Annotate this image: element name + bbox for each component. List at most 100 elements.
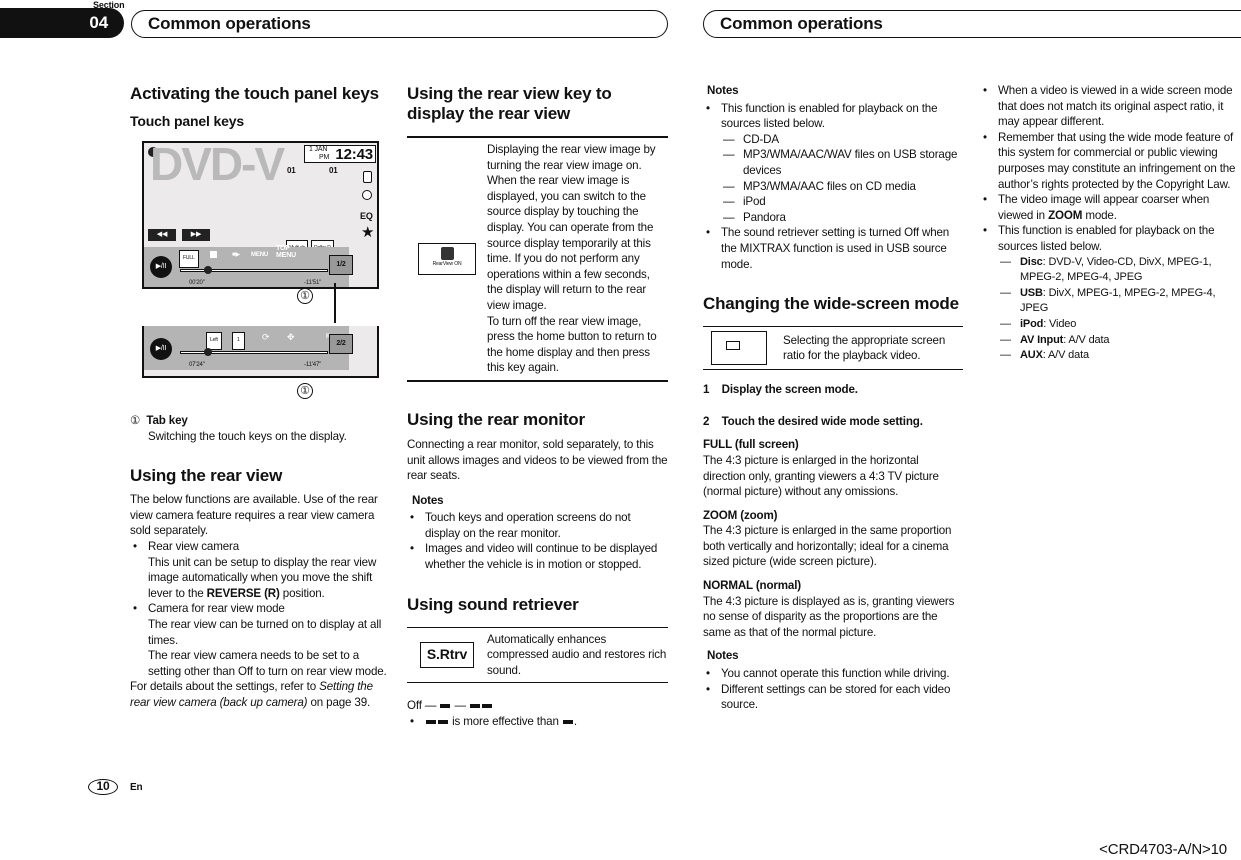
track-number: 01	[287, 166, 296, 175]
source-value: : DivX, MPEG-1, MPEG-2, MPEG-4, JPEG	[1020, 286, 1216, 315]
list-item: MP3/WMA/AAC files on CD media	[721, 179, 963, 195]
legend-number: ①	[130, 414, 141, 427]
item-bold: REVERSE (R)	[206, 586, 280, 600]
play-pause-button[interactable]: ▶/II	[150, 256, 172, 278]
ampm: PM	[319, 154, 330, 161]
list-item: USB: DivX, MPEG-1, MPEG-2, MPEG-4, JPEG	[998, 286, 1241, 317]
mode-normal-title: NORMAL (normal)	[703, 579, 802, 593]
separator: —	[454, 699, 466, 713]
list-item: The video image will appear coarser when…	[980, 192, 1241, 223]
list-item: Pandora	[721, 210, 963, 226]
ref-text: on page 39.	[307, 695, 371, 709]
page-number: 10	[88, 779, 118, 795]
legend-desc: Switching the touch keys on the display.	[148, 429, 347, 443]
icon-cell	[703, 331, 783, 366]
switch-arrow	[334, 283, 336, 323]
source-name: AUX	[1020, 349, 1043, 362]
search-icon[interactable]	[362, 190, 372, 200]
text-cell: Displaying the rear view image by turnin…	[487, 138, 668, 380]
details-ref: For details about the settings, refer to…	[130, 679, 390, 710]
level-1-glyph	[562, 719, 573, 724]
list-item: Camera for rear view modeThe rear view c…	[130, 601, 390, 679]
touch-key-bar: ▶/II FULL ■▶ MENU TOP MENU 00'20" -11'51…	[144, 245, 349, 287]
heading-activating: Activating the touch panel keys	[130, 84, 379, 103]
tab-key-legend: ① Tab key Switching the touch keys on th…	[130, 413, 390, 444]
notes-heading-2: Notes	[707, 649, 739, 663]
notes-heading: Notes	[707, 84, 739, 97]
camera-icon	[440, 246, 454, 260]
list-item: CD-DA	[721, 132, 963, 148]
document-code: <CRD4703-A/N>10	[1099, 841, 1227, 858]
mode-zoom-title: ZOOM (zoom)	[703, 508, 778, 522]
list-item: iPod: Video	[998, 317, 1241, 333]
fast-forward-button[interactable]: ▶▶	[182, 229, 210, 241]
item-title: Rear view camera	[148, 539, 240, 553]
icon-cell: S.Rtrv	[407, 642, 487, 668]
audio-key[interactable]: Left	[206, 332, 222, 350]
menu-button[interactable]: MENU	[251, 248, 268, 264]
progress-bar[interactable]	[180, 269, 328, 272]
rear-monitor-text: Connecting a rear monitor, sold separate…	[407, 437, 668, 483]
item-text: position.	[279, 586, 325, 600]
rewind-button[interactable]: ◀◀	[148, 229, 176, 241]
progress-bar-2[interactable]	[180, 351, 328, 354]
key-label: RearView ON	[432, 260, 462, 267]
heading-wide-screen: Changing the wide-screen mode	[703, 294, 959, 314]
list-item: AUX: A/V data	[998, 348, 1241, 364]
elapsed-time: 00'20"	[189, 280, 205, 286]
play-pause-button-2[interactable]: ▶/II	[150, 338, 172, 360]
s-rtrv-desc: Automatically enhances compressed audio …	[487, 632, 667, 677]
progress-thumb[interactable]	[204, 266, 212, 274]
mode-normal-text: The 4:3 picture is displayed as is, gran…	[703, 594, 955, 639]
chapter-number: 01	[329, 166, 338, 175]
notes-list-2: You cannot operate this function while d…	[703, 666, 963, 713]
list-item: You cannot operate this function while d…	[703, 666, 963, 682]
level-2-glyph	[426, 719, 436, 724]
note-text: This function is enabled for playback on…	[998, 224, 1215, 253]
dvd-screen: DVD-V 1 JANPM 12:43 01 01 EQ ★ ◀◀ ▶▶ Mul…	[142, 139, 379, 289]
source-value: : DVD-V, Video-CD, DivX, MPEG-1, MPEG-2,…	[1020, 255, 1212, 284]
legend-title: Tab key	[146, 414, 188, 427]
wide-mode-key[interactable]: FULL	[179, 250, 199, 268]
list-item: AV Input: A/V data	[998, 333, 1241, 349]
date: 1 JAN	[309, 146, 328, 153]
progress-thumb-2[interactable]	[204, 348, 212, 356]
video-source-list: Disc: DVD-V, Video-CD, DivX, MPEG-1, MPE…	[998, 255, 1241, 364]
touch-key-bar-2: ▶/II Left 1 ⟳ ✥ Return 07'24" -11'47"	[144, 326, 349, 370]
eq-button[interactable]: EQ	[360, 209, 373, 225]
mode-full-title: FULL (full screen)	[703, 438, 799, 452]
rear-view-list: Rear view cameraThis unit can be setup t…	[130, 539, 390, 679]
level-2-glyph	[470, 704, 481, 709]
note-bold: ZOOM	[1048, 208, 1083, 222]
icon-cell: RearView ON	[407, 242, 487, 275]
wide-mode-table: Selecting the appropriate screen ratio f…	[703, 326, 963, 371]
wide-mode-notes: When a video is viewed in a wide screen …	[980, 83, 1241, 364]
tab-key-1[interactable]: 1/2	[329, 255, 353, 275]
step-2: 2 Touch the desired wide mode setting.	[703, 414, 963, 430]
level-1-glyph	[440, 704, 451, 709]
section-number: 04	[0, 8, 124, 38]
ref-text: For details about the settings, refer to	[130, 680, 320, 694]
slow-play-button[interactable]: ■▶	[232, 248, 240, 264]
list-item: is more effective than .	[407, 714, 668, 730]
step-text: Display the screen mode.	[721, 383, 858, 397]
cursor-icon[interactable]: ✥	[287, 330, 295, 346]
phone-icon[interactable]	[363, 171, 372, 183]
level-2-glyph	[438, 719, 448, 724]
rear-view-intro: The below functions are available. Use o…	[130, 493, 378, 538]
remaining-time-2: -11'47"	[304, 362, 322, 368]
tab-key-2[interactable]: 2/2	[329, 334, 353, 354]
top-menu-button[interactable]: TOP MENU	[276, 245, 296, 259]
wide-mode-key[interactable]	[711, 331, 767, 366]
list-item: Remember that using the wide mode featur…	[980, 130, 1241, 192]
subtitle-key[interactable]: 1	[232, 332, 245, 350]
notes-heading: Notes	[412, 493, 444, 507]
repeat-icon[interactable]: ⟳	[262, 330, 270, 346]
s-rtrv-key[interactable]: S.Rtrv	[419, 642, 475, 668]
star-icon[interactable]: ★	[361, 225, 374, 241]
stop-button[interactable]	[210, 251, 217, 258]
sound-retriever-table: S.Rtrv Automatically enhances compressed…	[407, 626, 668, 684]
column-1: Activating the touch panel keys Touch pa…	[130, 84, 390, 711]
list-item: Touch keys and operation screens do not …	[407, 510, 668, 541]
rear-view-on-key[interactable]: RearView ON	[418, 242, 476, 275]
